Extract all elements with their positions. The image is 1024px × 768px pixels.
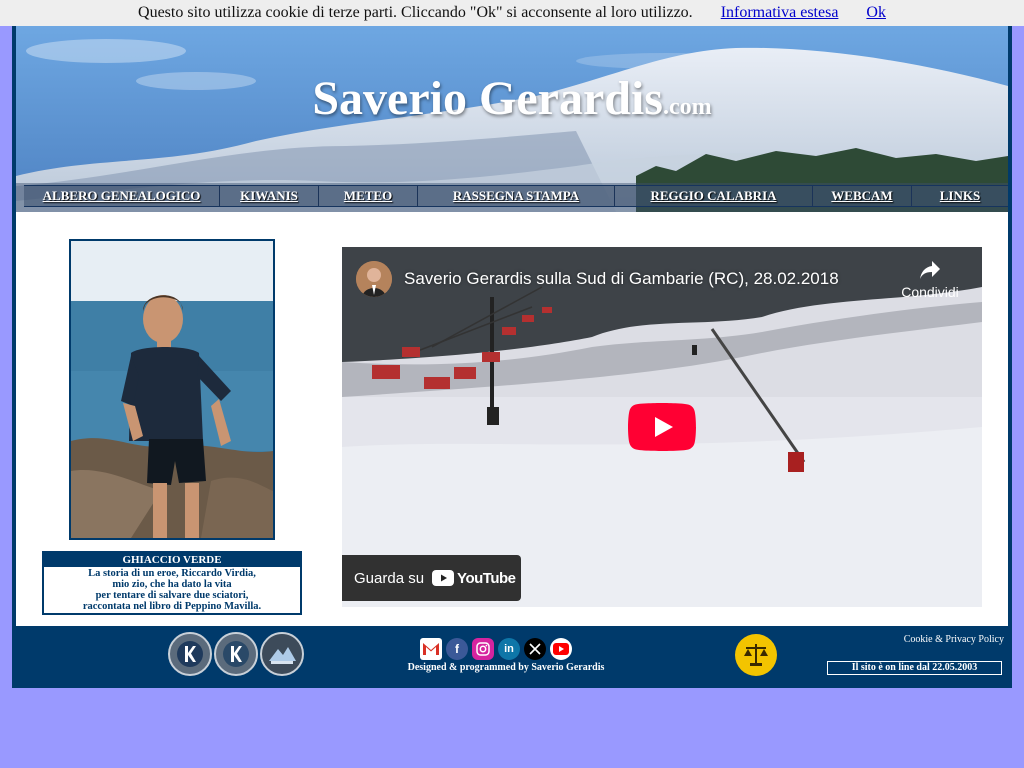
main-nav: ALBERO GENEALOGICO KIWANIS METEO RASSEGN…	[24, 185, 1008, 207]
justice-scales-badge[interactable]	[735, 634, 777, 676]
kiwanis-mountain-badge[interactable]	[260, 632, 304, 676]
nav-meteo[interactable]: METEO	[319, 186, 418, 206]
kiwanis-junior-badge[interactable]	[214, 632, 258, 676]
nav-rassegna-stampa[interactable]: RASSEGNA STAMPA	[418, 186, 615, 206]
main-content: GHIACCIO VERDE La storia di un eroe, Ric…	[16, 212, 1008, 626]
watch-on-label: Guarda su	[354, 569, 425, 587]
caption-title: GHIACCIO VERDE	[44, 553, 300, 567]
portrait-photo	[69, 239, 275, 540]
x-icon[interactable]	[524, 638, 546, 660]
cookie-info-link[interactable]: Informativa estesa	[721, 4, 839, 21]
caption-text: La storia di un eroe, Riccardo Virdia, m…	[82, 568, 262, 612]
footer: f in Designed & programmed by Saverio Ge…	[16, 626, 1008, 688]
share-label: Condividi	[901, 284, 959, 300]
scales-icon	[736, 635, 776, 675]
site-title-name: Saverio Gerardis	[312, 72, 663, 125]
portrait-image	[71, 241, 273, 538]
page-frame: Saverio Gerardis.com ALBERO GENEALOGICO …	[12, 26, 1012, 688]
kiwanis-junior-icon	[223, 641, 249, 667]
designed-by-text: Designed & programmed by Saverio Gerardi…	[407, 662, 605, 673]
mountain-badge-icon	[269, 647, 296, 664]
nav-kiwanis[interactable]: KIWANIS	[220, 186, 319, 206]
site-title: Saverio Gerardis.com	[16, 71, 1008, 126]
social-links: f in	[420, 638, 572, 660]
kiwanis-badge-icon	[177, 641, 203, 667]
channel-avatar[interactable]	[356, 261, 392, 297]
instagram-icon[interactable]	[472, 638, 494, 660]
youtube-video-player[interactable]: Saverio Gerardis sulla Sud di Gambarie (…	[342, 247, 982, 607]
watch-on-youtube-button[interactable]: Guarda su YouTube	[342, 555, 521, 601]
cookie-message: Questo sito utilizza cookie di terze par…	[138, 4, 693, 21]
nav-reggio-calabria[interactable]: REGGIO CALABRIA	[615, 186, 813, 206]
video-title[interactable]: Saverio Gerardis sulla Sud di Gambarie (…	[404, 269, 839, 289]
cookie-ok-button[interactable]: Ok	[866, 4, 886, 21]
youtube-logo-icon	[432, 570, 455, 586]
play-button[interactable]	[628, 403, 696, 451]
kiwanis-international-badge[interactable]	[168, 632, 212, 676]
facebook-icon[interactable]: f	[446, 638, 468, 660]
header-banner: Saverio Gerardis.com ALBERO GENEALOGICO …	[16, 26, 1008, 212]
share-button[interactable]: Condividi	[890, 259, 970, 300]
nav-webcam[interactable]: WEBCAM	[813, 186, 912, 206]
play-icon	[628, 403, 696, 451]
youtube-logo: YouTube	[432, 569, 516, 587]
nav-links[interactable]: LINKS	[912, 186, 1008, 206]
online-since-text: Il sito è on line dal 22.05.2003	[827, 661, 1002, 675]
gmail-icon[interactable]	[420, 638, 442, 660]
linkedin-icon[interactable]: in	[498, 638, 520, 660]
ghiaccio-verde-box[interactable]: GHIACCIO VERDE La storia di un eroe, Ric…	[42, 551, 302, 615]
cookie-bar: Questo sito utilizza cookie di terze par…	[0, 0, 1024, 26]
youtube-icon[interactable]	[550, 638, 572, 660]
share-icon	[920, 261, 940, 279]
avatar-icon	[356, 261, 392, 297]
cookie-privacy-link[interactable]: Cookie & Privacy Policy	[856, 634, 1004, 645]
nav-albero-genealogico[interactable]: ALBERO GENEALOGICO	[24, 186, 220, 206]
site-title-domain: .com	[662, 94, 712, 120]
youtube-logo-text: YouTube	[457, 569, 516, 587]
